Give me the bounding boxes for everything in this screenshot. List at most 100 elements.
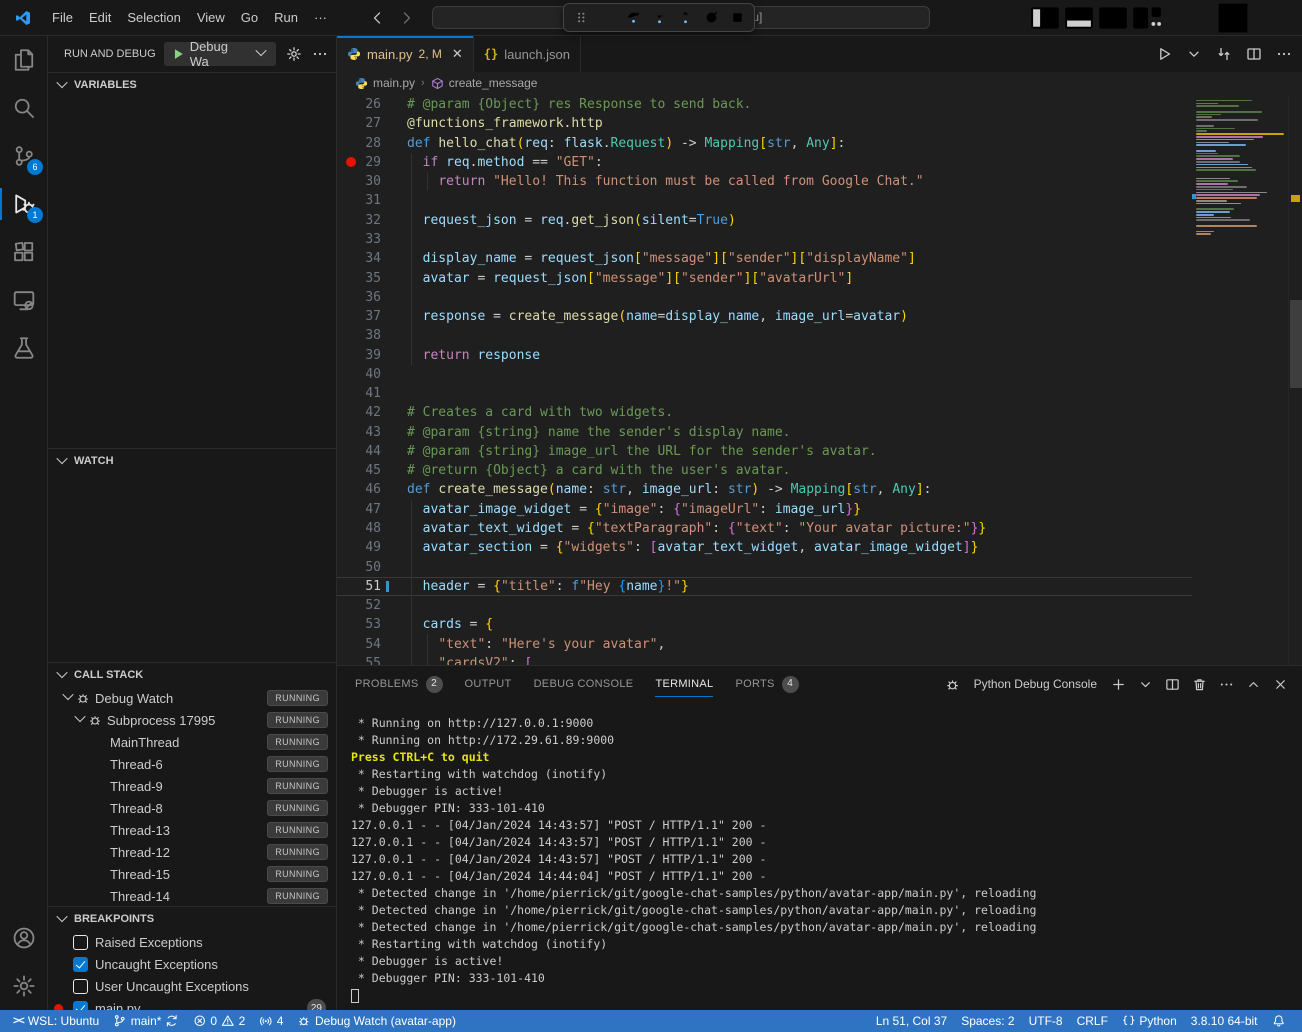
console-selector-label[interactable]: Python Debug Console	[974, 677, 1097, 691]
code-line-44[interactable]: 44# @param {string} image_url the URL fo…	[337, 442, 1192, 461]
line-gutter[interactable]: 34	[337, 251, 407, 266]
activity-source-control[interactable]: 6	[0, 132, 48, 180]
line-gutter[interactable]: 28	[337, 136, 407, 151]
activity-remote-explorer[interactable]	[0, 276, 48, 324]
step-over-button-icon[interactable]	[621, 6, 645, 30]
line-gutter[interactable]: 44	[337, 444, 407, 459]
status-indentation[interactable]: Spaces: 2	[954, 1010, 1021, 1032]
activity-accounts[interactable]	[0, 914, 48, 962]
call-stack-row[interactable]: Thread-15RUNNING	[48, 863, 336, 885]
code-line-38[interactable]: 38	[337, 326, 1192, 345]
close-window-button[interactable]	[1256, 0, 1302, 36]
line-gutter[interactable]: 42	[337, 405, 407, 420]
sidebar-more-actions-icon[interactable]	[312, 46, 328, 62]
code-line-32[interactable]: 32 request_json = req.get_json(silent=Tr…	[337, 211, 1192, 230]
maximize-button[interactable]	[1210, 0, 1256, 36]
call-stack-row[interactable]: Thread-9RUNNING	[48, 775, 336, 797]
call-stack-row[interactable]: Thread-14RUNNING	[48, 885, 336, 906]
terminal-output[interactable]: * Running on http://127.0.0.1:9000 * Run…	[337, 702, 1302, 1010]
breadcrumb-item[interactable]: create_message	[449, 76, 538, 90]
code-line-50[interactable]: 50	[337, 557, 1192, 576]
split-editor-icon[interactable]	[1246, 46, 1262, 62]
call-stack-row[interactable]: Subprocess 17995RUNNING	[48, 709, 336, 731]
line-gutter[interactable]: 46	[337, 482, 407, 497]
close-tab-icon[interactable]: ✕	[452, 46, 463, 62]
new-terminal-icon[interactable]	[1111, 677, 1126, 692]
breakpoint-checkbox[interactable]	[73, 935, 88, 950]
line-gutter[interactable]: 50	[337, 560, 407, 575]
breakpoint-row[interactable]: Uncaught Exceptions	[48, 953, 336, 975]
code-line-43[interactable]: 43# @param {string} name the sender's di…	[337, 423, 1192, 442]
stop-button-icon[interactable]	[725, 6, 749, 30]
variables-section-header[interactable]: VARIABLES	[48, 73, 336, 97]
line-gutter[interactable]: 51	[337, 579, 407, 594]
menu-selection[interactable]: Selection	[119, 6, 188, 29]
code-line-33[interactable]: 33	[337, 230, 1192, 249]
line-gutter[interactable]: 49	[337, 540, 407, 555]
call-stack-section-header[interactable]: CALL STACK	[48, 663, 336, 687]
breakpoint-row[interactable]: User Uncaught Exceptions	[48, 975, 336, 997]
call-stack-row[interactable]: Thread-12RUNNING	[48, 841, 336, 863]
status-notifications[interactable]	[1265, 1010, 1293, 1032]
code-line-52[interactable]: 52	[337, 596, 1192, 615]
restart-button-icon[interactable]	[699, 6, 723, 30]
breakpoint-row[interactable]: main.py29	[48, 997, 336, 1010]
code-line-26[interactable]: 26# @param {Object} res Response to send…	[337, 95, 1192, 114]
call-stack-row[interactable]: Debug WatchRUNNING	[48, 687, 336, 709]
activity-testing[interactable]	[0, 324, 48, 372]
kill-terminal-icon[interactable]	[1192, 677, 1207, 692]
line-gutter[interactable]: 30	[337, 174, 407, 189]
status-encoding[interactable]: UTF-8	[1022, 1010, 1070, 1032]
status-eol-sequence[interactable]: CRLF	[1070, 1010, 1115, 1032]
code-line-51[interactable]: 51 header = {"title": f"Hey {name}!"}	[337, 577, 1192, 596]
activity-manage-settings[interactable]	[0, 962, 48, 1010]
close-panel-icon[interactable]	[1273, 677, 1288, 692]
code-line-31[interactable]: 31	[337, 191, 1192, 210]
start-debug-icon[interactable]	[171, 47, 185, 61]
code-editor[interactable]: 26# @param {Object} res Response to send…	[337, 94, 1192, 665]
code-line-47[interactable]: 47 avatar_image_widget = {"image": {"ima…	[337, 500, 1192, 519]
status-debug-session-status[interactable]: Debug Watch (avatar-app)	[290, 1010, 462, 1032]
breakpoints-section-header[interactable]: BREAKPOINTS	[48, 907, 336, 931]
editor-more-actions-icon[interactable]	[1276, 46, 1292, 62]
status-problems-status[interactable]: 02	[186, 1010, 252, 1032]
pause-button-icon[interactable]	[595, 6, 619, 30]
editor-scrollbar[interactable]	[1288, 94, 1302, 665]
code-line-35[interactable]: 35 avatar = request_json["message"]["sen…	[337, 268, 1192, 287]
line-gutter[interactable]: 32	[337, 213, 407, 228]
menu-view[interactable]: View	[189, 6, 233, 29]
status-python-interpreter[interactable]: 3.8.10 64-bit	[1184, 1010, 1265, 1032]
toggle-secondary-sidebar-button[interactable]	[1096, 0, 1130, 36]
breadcrumb-item[interactable]: main.py	[373, 76, 415, 90]
menu-file[interactable]: File	[44, 6, 81, 29]
activity-run-and-debug[interactable]: 1	[0, 180, 48, 228]
call-stack-row[interactable]: Thread-13RUNNING	[48, 819, 336, 841]
status-cursor-position[interactable]: Ln 51, Col 37	[869, 1010, 954, 1032]
scrollbar-thumb[interactable]	[1290, 300, 1302, 388]
line-gutter[interactable]: 43	[337, 425, 407, 440]
call-stack-row[interactable]: Thread-8RUNNING	[48, 797, 336, 819]
code-line-34[interactable]: 34 display_name = request_json["message"…	[337, 249, 1192, 268]
menu-edit[interactable]: Edit	[81, 6, 119, 29]
navigate-back-icon[interactable]	[369, 10, 385, 26]
open-changes-icon[interactable]	[1216, 46, 1232, 62]
line-gutter[interactable]: 39	[337, 348, 407, 363]
code-line-41[interactable]: 41	[337, 384, 1192, 403]
code-line-29[interactable]: 29 if req.method == "GET":	[337, 153, 1192, 172]
line-gutter[interactable]: 53	[337, 617, 407, 632]
debug-settings-gear-icon[interactable]	[286, 46, 302, 62]
line-gutter[interactable]: 48	[337, 521, 407, 536]
line-gutter[interactable]: 35	[337, 271, 407, 286]
breakpoint-checkbox[interactable]	[73, 979, 88, 994]
toggle-sidebar-button[interactable]	[1028, 0, 1062, 36]
status-git-branch-status[interactable]: main*	[106, 1010, 186, 1032]
code-line-55[interactable]: 55 "cardsV2": [	[337, 654, 1192, 665]
run-dropdown-icon[interactable]	[1186, 46, 1202, 62]
status-language-mode[interactable]: Python	[1115, 1010, 1184, 1032]
step-into-button-icon[interactable]	[647, 6, 671, 30]
line-gutter[interactable]: 47	[337, 502, 407, 517]
terminal-prompt[interactable]	[351, 987, 1302, 1004]
call-stack-row[interactable]: Thread-6RUNNING	[48, 753, 336, 775]
panel-tab-debug-console[interactable]: DEBUG CONSOLE	[534, 666, 634, 702]
line-gutter[interactable]: 37	[337, 309, 407, 324]
